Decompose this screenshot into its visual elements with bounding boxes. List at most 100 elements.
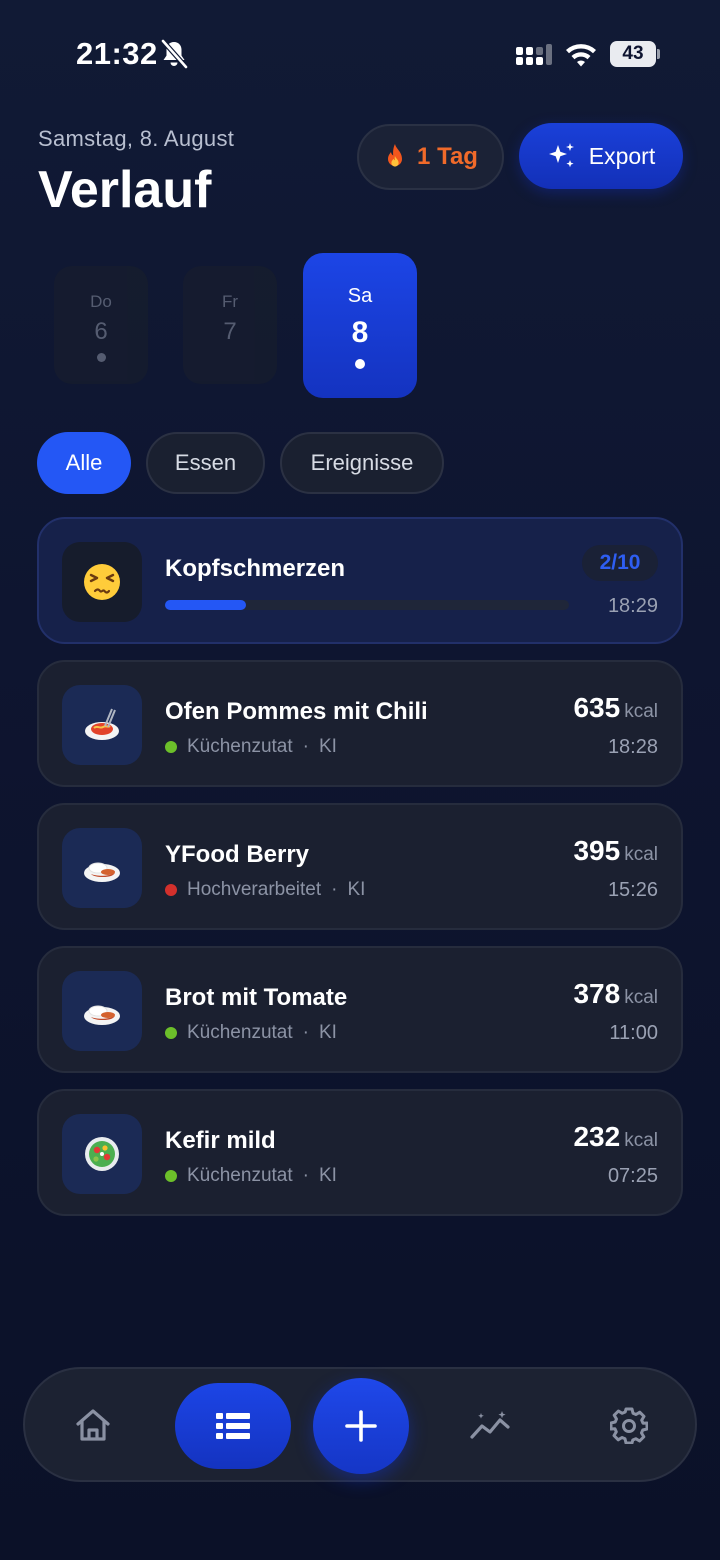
nav-settings[interactable] — [597, 1397, 661, 1453]
kcal-value: 232 — [573, 1121, 621, 1152]
status-time: 21:32 — [76, 36, 158, 71]
entry-time: 07:25 — [607, 1165, 658, 1187]
meal-category: Küchenzutat — [187, 736, 293, 757]
day-number: 8 — [351, 316, 369, 349]
filter-all[interactable]: Alle — [37, 432, 131, 494]
nav-insights[interactable] — [459, 1397, 523, 1453]
streak-label: 1 Tag — [417, 143, 478, 170]
separator: · — [302, 736, 309, 757]
day-name: Sa — [347, 285, 373, 307]
meal-meta: Küchenzutat · KI — [165, 736, 337, 758]
day-friday[interactable]: Fr 7 — [183, 266, 277, 384]
meal-card[interactable]: Ofen Pommes mit Chili Küchenzutat · KI 6… — [37, 660, 683, 787]
streak-button[interactable]: 1 Tag — [357, 124, 504, 190]
entry-time: 11:00 — [609, 1022, 658, 1044]
status-dot — [165, 1027, 177, 1039]
meal-source: KI — [347, 879, 366, 900]
meal-source: KI — [318, 736, 337, 757]
symptom-thumb — [62, 542, 142, 622]
meal-source: KI — [318, 1022, 337, 1043]
day-number: 7 — [223, 318, 237, 345]
meal-thumb — [62, 1114, 142, 1194]
kcal-unit: kcal — [624, 844, 658, 865]
meal-card[interactable]: YFood Berry Hochverarbeitet · KI 395 kcal… — [37, 803, 683, 930]
battery-tip — [657, 49, 660, 59]
status-dot — [165, 741, 177, 753]
severity-badge: 2/10 — [582, 545, 658, 581]
battery-level: 43 — [610, 41, 656, 67]
status-dot — [165, 884, 177, 896]
meal-thumb — [62, 828, 142, 908]
meal-card[interactable]: Kefir mild Küchenzutat · KI 232 kcal 07:2… — [37, 1089, 683, 1216]
nav-history-active[interactable] — [175, 1383, 291, 1469]
meal-thumb — [62, 685, 142, 765]
meal-source: KI — [318, 1165, 337, 1186]
spaghetti-icon — [85, 708, 119, 740]
status-bar: 21:32 43 — [0, 0, 720, 100]
meal-category: Küchenzutat — [187, 1022, 293, 1043]
list-icon — [216, 1413, 250, 1439]
separator: · — [302, 1165, 309, 1186]
kcal: 395 kcal — [573, 835, 658, 867]
home-icon — [76, 1409, 110, 1441]
kcal-unit: kcal — [624, 1130, 658, 1151]
persevering-face-icon — [84, 564, 120, 600]
severity-bar-fill — [165, 600, 246, 610]
add-entry-button[interactable] — [313, 1378, 409, 1474]
meal-category: Hochverarbeitet — [187, 879, 322, 900]
filter-events[interactable]: Ereignisse — [280, 432, 444, 494]
wifi-icon — [566, 44, 596, 67]
meal-meta: Hochverarbeitet · KI — [165, 879, 365, 901]
filter-food[interactable]: Essen — [146, 432, 265, 494]
curry-rice-icon — [84, 862, 120, 882]
current-date: Samstag, 8. August — [38, 126, 235, 151]
signal-icon — [516, 44, 552, 65]
kcal-value: 635 — [573, 692, 621, 723]
curry-rice-icon — [84, 1005, 120, 1025]
severity-bar — [165, 600, 569, 610]
separator: · — [302, 1022, 309, 1043]
symptom-title: Kopfschmerzen — [165, 555, 346, 582]
entry-time: 15:26 — [607, 879, 658, 901]
kcal: 378 kcal — [573, 978, 658, 1010]
meal-meta: Küchenzutat · KI — [165, 1165, 337, 1187]
kcal-unit: kcal — [624, 701, 658, 722]
meal-title: Brot mit Tomate — [165, 984, 348, 1011]
page-title: Verlauf — [38, 161, 212, 219]
gear-icon — [610, 1407, 648, 1444]
meal-thumb — [62, 971, 142, 1051]
nav-home[interactable] — [61, 1397, 125, 1453]
day-thursday[interactable]: Do 6 — [54, 266, 148, 384]
entries-dot — [96, 353, 106, 362]
kcal-value: 395 — [573, 835, 621, 866]
symptom-card[interactable]: Kopfschmerzen 2/10 18:29 — [37, 517, 683, 644]
day-name: Fr — [221, 292, 239, 311]
plus-icon — [345, 1410, 377, 1442]
salad-icon — [85, 1137, 119, 1171]
separator: · — [331, 879, 338, 900]
export-label: Export — [588, 142, 656, 169]
meal-title: Ofen Pommes mit Chili — [165, 698, 428, 725]
meal-category: Küchenzutat — [187, 1165, 293, 1186]
trend-icon — [470, 1411, 510, 1439]
day-number: 6 — [94, 318, 108, 345]
kcal: 635 kcal — [573, 692, 658, 724]
bottom-nav — [23, 1367, 697, 1482]
sparkles-icon — [548, 143, 574, 168]
meal-card[interactable]: Brot mit Tomate Küchenzutat · KI 378 kcal… — [37, 946, 683, 1073]
meal-meta: Küchenzutat · KI — [165, 1022, 337, 1044]
meal-title: YFood Berry — [165, 841, 310, 868]
battery-indicator: 43 — [610, 41, 660, 67]
day-name: Do — [90, 292, 112, 311]
meal-title: Kefir mild — [165, 1127, 276, 1154]
day-saturday-selected[interactable]: Sa 8 — [303, 253, 417, 398]
status-dot — [165, 1170, 177, 1182]
flame-icon — [388, 144, 403, 167]
entries-dot — [355, 359, 365, 369]
kcal-unit: kcal — [624, 987, 658, 1008]
bell-off-icon — [161, 39, 188, 69]
kcal: 232 kcal — [573, 1121, 658, 1153]
entry-time: 18:29 — [607, 595, 658, 617]
export-button[interactable]: Export — [519, 123, 683, 189]
entry-time: 18:28 — [607, 736, 658, 758]
